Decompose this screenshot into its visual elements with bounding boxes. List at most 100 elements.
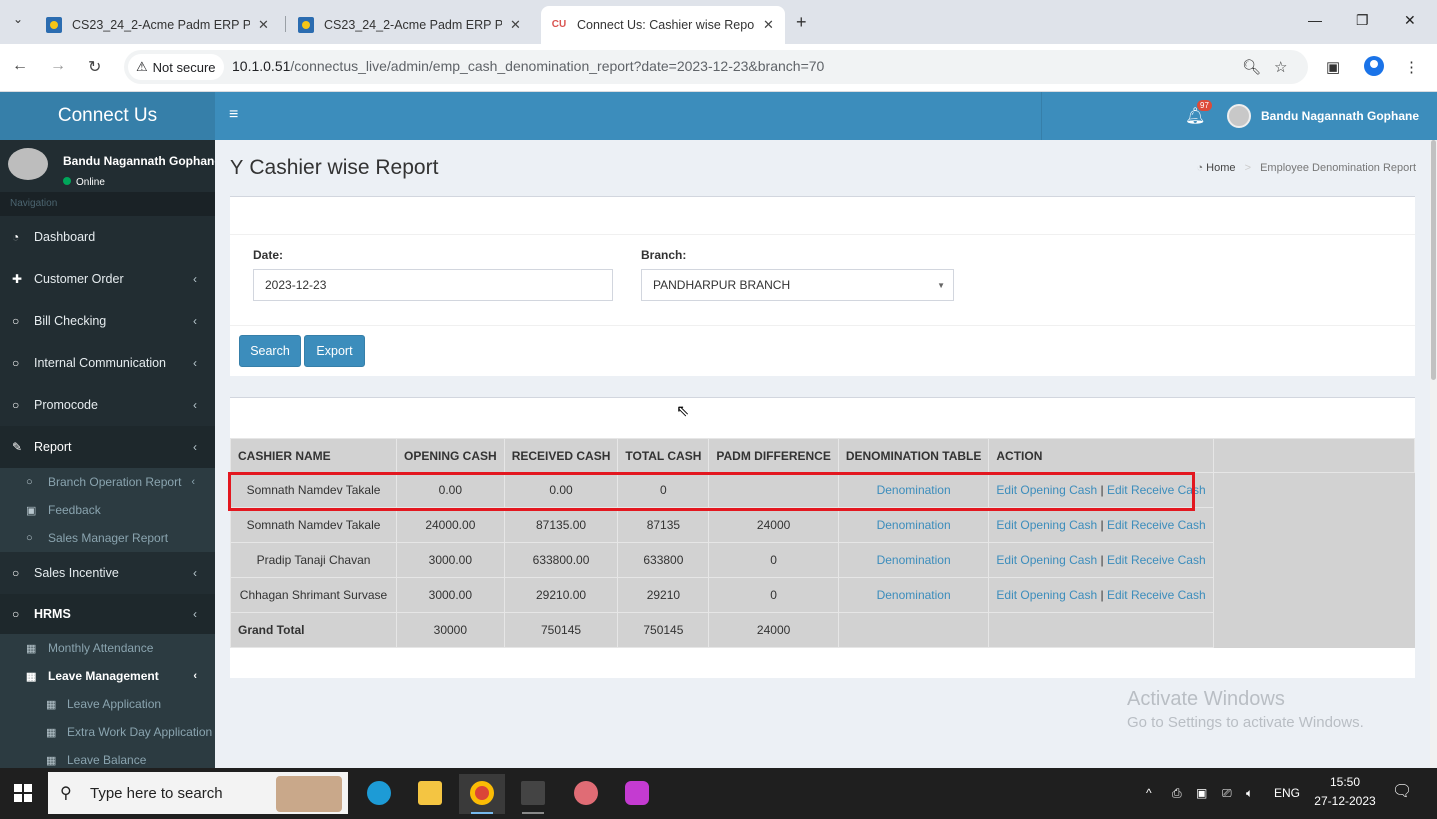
wps-office-icon[interactable] [614, 774, 660, 814]
edit-receive-cash-link[interactable]: Edit Receive Cash [1107, 518, 1206, 532]
app-logo[interactable]: Connect Us [0, 92, 215, 140]
edit-opening-cash-link[interactable]: Edit Opening Cash [996, 518, 1097, 532]
taskbar-search[interactable]: ⚲ Type here to search [48, 772, 348, 814]
column-header[interactable]: TOTAL CASH [617, 438, 710, 473]
more-menu-icon[interactable]: ⋮ [1404, 58, 1419, 76]
sidebar-toggle-hamburger-icon[interactable]: ≡ [229, 106, 238, 124]
denomination-link[interactable]: Denomination [837, 472, 990, 508]
edit-receive-cash-link[interactable]: Edit Receive Cash [1107, 553, 1206, 567]
branch-select[interactable]: PANDHARPUR BRANCH ▼ [641, 269, 954, 301]
windows-start-icon[interactable] [14, 784, 32, 802]
window-close-icon[interactable]: ✕ [1404, 12, 1416, 29]
tray-chevron-up-icon[interactable]: ^ [1146, 786, 1152, 800]
close-icon[interactable]: ✕ [763, 17, 774, 33]
tray-network-icon[interactable]: ⎚ [1222, 786, 1232, 801]
notification-center-icon[interactable]: 🗨︎ [1392, 781, 1412, 801]
date-input[interactable]: 2023-12-23 [253, 269, 613, 301]
denomination-link[interactable]: Denomination [837, 542, 990, 578]
snipping-tool-icon[interactable] [563, 774, 609, 814]
profile-avatar-icon[interactable] [1364, 56, 1384, 76]
restore-icon[interactable]: ❐ [1356, 12, 1369, 29]
browser-tab-2[interactable]: CS23_24_2-Acme Padm ERP Pla ✕ [288, 6, 531, 44]
tab-search-chevron-icon[interactable]: ⌄ [8, 12, 28, 32]
column-header[interactable]: CASHIER NAME [230, 438, 397, 473]
edge-browser-icon[interactable] [356, 774, 402, 814]
navbar-user-name[interactable]: Bandu Nagannath Gophane [1261, 109, 1419, 123]
sidebar-subitem-extra-work-day-application[interactable]: ▦ Extra Work Day Application [0, 718, 215, 746]
terminal-icon[interactable] [510, 774, 556, 814]
column-header[interactable]: PADM DIFFERENCE [708, 438, 839, 473]
sidebar-item-report[interactable]: ✎ Report ‹ [0, 426, 215, 468]
clock-time: 15:50 [1329, 775, 1361, 789]
tray-display-icon[interactable]: ▣ [1196, 786, 1207, 800]
url-path: /connectus_live/admin/emp_cash_denominat… [290, 58, 825, 74]
circle-icon: ○ [12, 398, 20, 412]
edit-receive-cash-link[interactable]: Edit Receive Cash [1107, 588, 1206, 602]
dashboard-icon: ◔ [1196, 162, 1204, 174]
table-row: Somnath Namdev Takale 0.00 0.00 0 Denomi… [230, 472, 1415, 508]
sidebar-item-bill-checking[interactable]: ○ Bill Checking ‹ [0, 300, 215, 342]
edit-opening-cash-link[interactable]: Edit Opening Cash [996, 588, 1097, 602]
page-scrollbar[interactable] [1430, 140, 1437, 768]
sidebar-item-promocode[interactable]: ○ Promocode ‹ [0, 384, 215, 426]
navbar-user-avatar[interactable] [1227, 104, 1251, 128]
sidebar-subitem-leave-application[interactable]: ▦ Leave Application [0, 690, 215, 718]
browser-tab-bar: ⌄ CS23_24_2-Acme Padm ERP Pla ✕ CS23_24_… [0, 0, 1437, 44]
minimize-icon[interactable]: — [1308, 12, 1322, 28]
browser-toolbar: ← → ↻ ⚠ Not secure 10.1.0.51/connectus_l… [0, 44, 1437, 92]
tray-volume-icon[interactable]: 🔈︎ [1246, 786, 1253, 801]
sidebar-subitem-leave-management[interactable]: ▦ Leave Management ‹ [0, 662, 215, 690]
zoom-magnifier-icon[interactable]: 🔍︎ [1242, 58, 1261, 76]
edit-receive-cash-link[interactable]: Edit Receive Cash [1107, 483, 1206, 497]
file-explorer-icon[interactable] [407, 774, 453, 814]
tab-title: CS23_24_2-Acme Padm ERP Pla [324, 18, 502, 32]
sidebar-item-label: HRMS [34, 607, 71, 621]
column-header[interactable]: ACTION [988, 438, 1214, 473]
chrome-icon[interactable] [459, 774, 505, 814]
table-filler [1213, 542, 1415, 578]
close-icon[interactable]: ✕ [510, 17, 521, 33]
reload-icon[interactable]: ↻ [88, 57, 101, 77]
side-panel-icon[interactable]: ▣ [1326, 58, 1340, 76]
search-button[interactable]: Search [239, 335, 301, 367]
browser-tab-3-active[interactable]: CU Connect Us: Cashier wise Repor ✕ [541, 6, 785, 44]
column-header[interactable]: RECEIVED CASH [503, 438, 619, 473]
browser-tab-1[interactable]: CS23_24_2-Acme Padm ERP Pla ✕ [36, 6, 279, 44]
denomination-link[interactable]: Denomination [837, 507, 990, 543]
nav-header: Navigation [0, 192, 215, 216]
sidebar-item-hrms[interactable]: ○ HRMS ‹ [0, 594, 215, 634]
export-button[interactable]: Export [304, 335, 365, 367]
edit-opening-cash-link[interactable]: Edit Opening Cash [996, 553, 1097, 567]
tray-language[interactable]: ENG [1274, 786, 1300, 800]
sidebar-user-avatar [8, 148, 48, 180]
sidebar-subitem-leave-balance[interactable]: ▦ Leave Balance [0, 746, 215, 768]
back-arrow-icon[interactable]: ← [12, 57, 28, 75]
sidebar-subitem-branch-operation-report[interactable]: ○ Branch Operation Report ‹ [0, 468, 215, 496]
security-chip[interactable]: ⚠ Not secure [128, 54, 224, 80]
sidebar-subitem-monthly-attendance[interactable]: ▦ Monthly Attendance [0, 634, 215, 662]
breadcrumb-home[interactable]: Home [1206, 162, 1235, 174]
tray-usb-icon[interactable]: ⎙ [1172, 786, 1182, 801]
sidebar-item-internal-communication[interactable]: ○ Internal Communication ‹ [0, 342, 215, 384]
sidebar-subitem-sales-manager-report[interactable]: ○ Sales Manager Report [0, 524, 215, 552]
sidebar-item-dashboard[interactable]: ◔ Dashboard [0, 216, 215, 258]
scrollbar-thumb[interactable] [1431, 140, 1436, 380]
close-icon[interactable]: ✕ [258, 17, 269, 33]
subitem-label: Feedback [48, 503, 101, 517]
column-header[interactable]: OPENING CASH [396, 438, 505, 473]
subitem-label: Leave Application [67, 697, 162, 711]
taskbar-clock[interactable]: 15:50 27-12-2023 [1312, 773, 1378, 811]
sidebar-item-sales-incentive[interactable]: ○ Sales Incentive ‹ [0, 552, 215, 594]
url-text[interactable]: 10.1.0.51/connectus_live/admin/emp_cash_… [232, 58, 824, 74]
sidebar-item-customer-order[interactable]: ✚ Customer Order ‹ [0, 258, 215, 300]
denomination-link[interactable]: Denomination [837, 577, 990, 613]
edit-opening-cash-link[interactable]: Edit Opening Cash [996, 483, 1097, 497]
forward-arrow-icon[interactable]: → [50, 57, 66, 75]
new-tab-plus-icon[interactable]: + [796, 12, 807, 33]
address-bar[interactable]: ⚠ Not secure 10.1.0.51/connectus_live/ad… [124, 50, 1308, 84]
sidebar-subitem-feedback[interactable]: ▣ Feedback [0, 496, 215, 524]
bookmark-star-icon[interactable]: ☆ [1274, 58, 1287, 76]
total-received-cash: 750145 [503, 612, 619, 648]
tab-divider [285, 16, 286, 32]
column-header[interactable]: DENOMINATION TABLE [837, 438, 990, 473]
